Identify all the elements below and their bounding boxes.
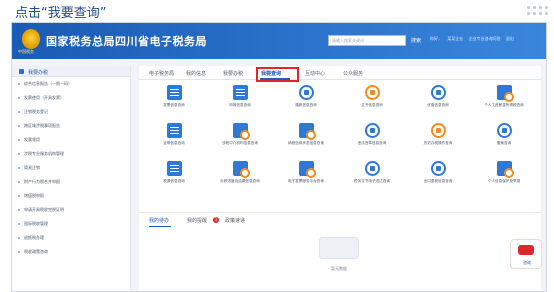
decorative-dots bbox=[527, 6, 548, 15]
tab-interaction[interactable]: 互动中心 bbox=[305, 70, 325, 77]
tab-my-info[interactable]: 我的信息 bbox=[186, 70, 206, 77]
document-icon bbox=[232, 85, 248, 100]
service-item[interactable]: 电子发票服务平台查询 bbox=[275, 161, 337, 191]
service-item[interactable]: 涉税中介机构信息查询 bbox=[209, 123, 271, 153]
search-input[interactable]: 请输入搜索关键词 bbox=[328, 35, 406, 46]
consult-float-label: 咨询 bbox=[523, 260, 531, 265]
tab-policy-news[interactable]: 政策速递 bbox=[225, 217, 245, 224]
service-item[interactable]: 优惠信息查询 bbox=[407, 85, 469, 115]
main-panel: 电子税务局 我的信息 我要办税 我要查询 互动中心 公众服务 发票信息查询 申报… bbox=[139, 66, 541, 291]
greeting-text: 你好， bbox=[430, 36, 442, 41]
service-grid: 发票信息查询 申报信息查询 缴款信息查询 文书信息查询 优惠信息查询 个人工资薪… bbox=[139, 85, 541, 195]
document-icon bbox=[166, 85, 182, 100]
sidebar-item[interactable]: 综合信息报告（一照一码） bbox=[12, 77, 130, 91]
query-circle-icon bbox=[496, 123, 512, 138]
service-item[interactable]: 违法违章信息查询 bbox=[341, 123, 403, 153]
service-item[interactable]: 税务文书电子送达查询 bbox=[341, 161, 403, 191]
magnifier-icon bbox=[232, 123, 250, 140]
query-circle-icon bbox=[298, 85, 314, 100]
service-item[interactable]: 证明信息查询 bbox=[143, 123, 205, 153]
magnifier-icon bbox=[496, 161, 514, 178]
sidebar-item[interactable]: 申请开具税收完税证明 bbox=[12, 203, 130, 217]
service-item[interactable]: 出口退税信息查询 bbox=[407, 161, 469, 191]
tab-do-tax[interactable]: 我要办税 bbox=[223, 70, 243, 77]
search-button[interactable]: 搜索 bbox=[408, 35, 424, 46]
reminder-count-badge: 1 bbox=[213, 217, 219, 223]
service-item[interactable]: 纳税信用状态信息查询 bbox=[275, 123, 337, 153]
empty-text: 暂无数据 bbox=[331, 266, 347, 271]
consult-float-button[interactable]: 咨询 bbox=[510, 239, 542, 269]
empty-state: 暂无数据 bbox=[309, 237, 369, 272]
sidebar: 我要办税 综合信息报告（一照一码） 发票使用（开具发票） 注销税务登记 跨区域涉… bbox=[12, 66, 131, 291]
service-item[interactable]: 申报信息查询 bbox=[209, 85, 271, 115]
tab-my-todo[interactable]: 我的待办 bbox=[149, 217, 169, 224]
query-circle-icon bbox=[364, 161, 380, 176]
query-circle-icon bbox=[430, 123, 446, 138]
main-tabs: 电子税务局 我的信息 我要办税 我要查询 互动中心 公众服务 bbox=[139, 66, 541, 82]
emblem-caption: 中国税务 bbox=[18, 49, 34, 54]
logout-link[interactable]: 退出 bbox=[506, 36, 514, 41]
browser-screenshot: 中国税务 国家税务总局四川省电子税务局 请输入搜索关键词 搜索 你好， 某某企业… bbox=[11, 22, 547, 292]
service-item[interactable]: 发票信息查询 bbox=[143, 85, 205, 115]
tax-emblem-icon bbox=[22, 29, 40, 49]
sidebar-item[interactable]: 发票使用（开具发票） bbox=[12, 91, 130, 105]
magnifier-icon bbox=[298, 161, 316, 178]
query-circle-icon bbox=[364, 85, 380, 100]
highlight-box bbox=[256, 67, 299, 82]
sidebar-item[interactable]: 退抵税办理 bbox=[12, 231, 130, 245]
tab-public-service[interactable]: 公众服务 bbox=[343, 70, 363, 77]
service-item[interactable]: 办税进度及结果信息查询 bbox=[209, 161, 271, 191]
query-circle-icon bbox=[430, 161, 446, 176]
sidebar-item[interactable]: 财产行为税合并申报 bbox=[12, 175, 130, 189]
empty-box-icon bbox=[319, 237, 359, 259]
service-item[interactable]: 缴款信息查询 bbox=[275, 85, 337, 115]
query-circle-icon bbox=[364, 123, 380, 138]
service-item[interactable]: 税源信息查询 bbox=[143, 161, 205, 191]
todo-panel: 我的待办 我的提醒 1 政策速递 暂无数据 bbox=[139, 212, 541, 291]
top-links: 你好， 某某企业 企业专业咨询问答 退出 bbox=[430, 36, 518, 42]
sidebar-header[interactable]: 我要办税 bbox=[12, 66, 130, 77]
magnifier-icon bbox=[232, 161, 250, 178]
sidebar-item[interactable]: 涉税专业服务机构管理 bbox=[12, 147, 130, 161]
active-todo-tab-indicator bbox=[149, 226, 171, 227]
magnifier-icon bbox=[298, 123, 316, 140]
sidebar-item[interactable]: 注销税务登记 bbox=[12, 105, 130, 119]
service-item[interactable]: 个人信息保护及举报 bbox=[473, 161, 535, 191]
sidebar-item[interactable]: 简易注销 bbox=[12, 161, 130, 175]
document-icon bbox=[166, 161, 182, 176]
sidebar-item[interactable]: 国际税收管理 bbox=[12, 217, 130, 231]
tab-my-reminders[interactable]: 我的提醒 bbox=[187, 217, 207, 224]
service-item[interactable]: 个人工资薪金所得税查询 bbox=[473, 85, 535, 115]
sidebar-item[interactable]: 增值税申报 bbox=[12, 189, 130, 203]
document-icon bbox=[166, 123, 182, 138]
sidebar-item[interactable]: 跨区域涉税事项报告 bbox=[12, 119, 130, 133]
tab-home[interactable]: 电子税务局 bbox=[149, 70, 174, 77]
service-item[interactable]: 文书信息查询 bbox=[341, 85, 403, 115]
service-item[interactable]: 历史办税操作查询 bbox=[407, 123, 469, 153]
site-title: 国家税务总局四川省电子税务局 bbox=[46, 35, 207, 48]
user-name-link[interactable]: 某某企业 bbox=[447, 36, 463, 41]
sidebar-item[interactable]: 税收政策咨询 bbox=[12, 245, 130, 259]
query-circle-icon bbox=[430, 85, 446, 100]
magnifier-icon bbox=[496, 85, 514, 102]
top-banner: 中国税务 国家税务总局四川省电子税务局 请输入搜索关键词 搜索 你好， 某某企业… bbox=[12, 23, 546, 59]
slide-title: 点击“我要查询” bbox=[15, 6, 107, 21]
service-item[interactable]: 备案查询 bbox=[473, 123, 535, 153]
sidebar-item[interactable]: 发票领用 bbox=[12, 133, 130, 147]
consult-link[interactable]: 企业专业咨询问答 bbox=[469, 36, 501, 41]
